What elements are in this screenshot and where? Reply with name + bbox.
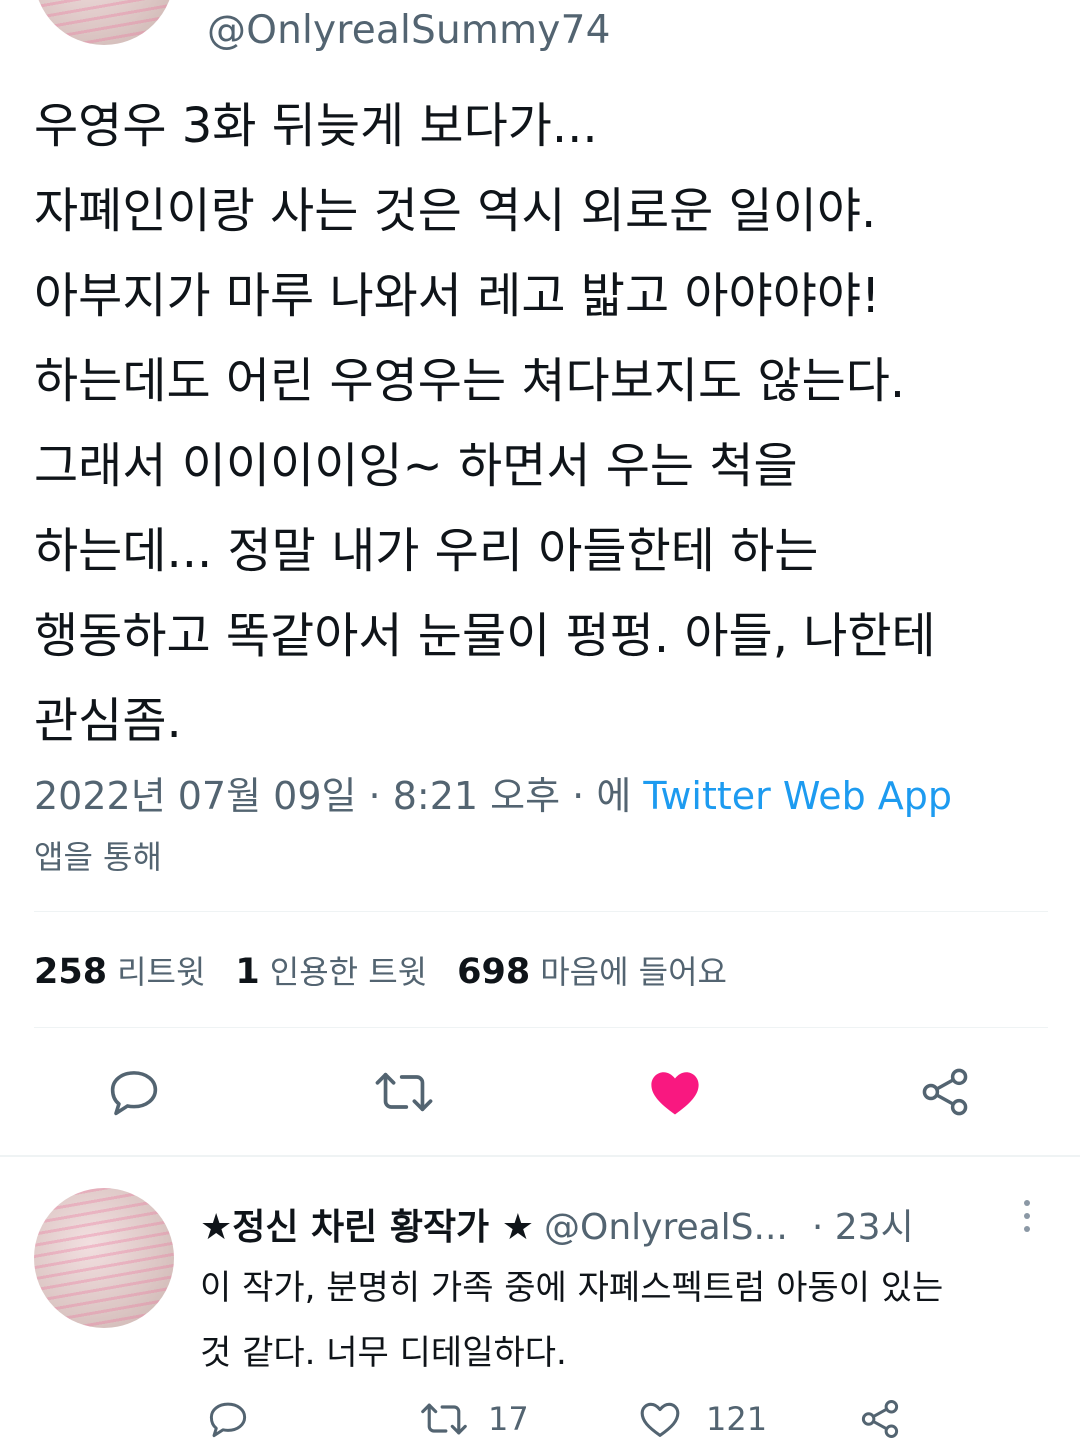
reply-text-line: 것 같다. 너무 디테일하다.	[200, 1333, 567, 1373]
source-app-link[interactable]: Twitter Web App	[643, 774, 952, 818]
reply-retweet-count: 17	[488, 1400, 529, 1438]
via-prefix: 에	[596, 774, 632, 818]
tweet-time[interactable]: 8:21 오후	[393, 774, 560, 818]
tweet-text-line: 아부지가 마루 나와서 레고 밟고 아야야야!	[34, 268, 881, 324]
engagement-stats: 258 리트윗 1 인용한 트윗 698 마음에 들어요	[34, 947, 757, 993]
divider	[34, 1027, 1048, 1028]
tweet-date[interactable]: 2022년 07월 09일	[34, 774, 356, 818]
quotes-stat[interactable]: 1 인용한 트윗	[235, 952, 457, 992]
tweet-metadata: 2022년 07월 09일 · 8:21 오후 · 에 Twitter Web …	[34, 765, 952, 820]
reply-time[interactable]: · 23시	[812, 1207, 914, 1248]
reply-author-avatar[interactable]	[34, 1188, 174, 1328]
tweet-text: 우영우 3화 뒤늦게 보다가... 자폐인이랑 사는 것은 역시 외로운 일이야…	[34, 84, 1054, 764]
reply-share-icon[interactable]	[856, 1396, 904, 1442]
reply-text: 이 작가, 분명히 가족 중에 자폐스펙트럼 아동이 있는 것 같다. 너무 디…	[200, 1256, 1060, 1386]
heart-filled-icon[interactable]	[645, 1062, 705, 1122]
divider	[34, 911, 1048, 912]
more-options-icon[interactable]	[1016, 1196, 1038, 1236]
section-separator	[0, 1155, 1080, 1157]
share-icon[interactable]	[915, 1062, 975, 1122]
via-suffix: 앱을 통해	[34, 838, 162, 876]
tweet-text-line: 하는데... 정말 내가 우리 아들한테 하는	[34, 523, 819, 579]
reply-author-handle[interactable]: @OnlyrealS...	[544, 1207, 788, 1248]
reply-retweet-icon[interactable]	[418, 1396, 470, 1442]
reply-reply-icon[interactable]	[204, 1396, 252, 1442]
retweets-stat[interactable]: 258 리트윗	[34, 952, 235, 992]
reply-author-name[interactable]: ★정신 차린 황작가 ★	[200, 1207, 534, 1248]
tweet-text-line: 우영우 3화 뒤늦게 보다가...	[34, 98, 598, 154]
tweet-text-line: 행동하고 똑같아서 눈물이 펑펑. 아들, 나한테	[34, 608, 936, 664]
tweet-text-line: 그래서 이이이이잉~ 하면서 우는 척을	[34, 438, 798, 494]
reply-header: ★정신 차린 황작가 ★ @OnlyrealS... · 23시	[200, 1198, 914, 1250]
likes-stat[interactable]: 698 마음에 들어요	[457, 952, 757, 992]
tweet-text-line: 자폐인이랑 사는 것은 역시 외로운 일이야.	[34, 183, 877, 239]
author-avatar[interactable]	[34, 0, 174, 45]
meta-separator: ·	[572, 774, 585, 818]
author-handle[interactable]: @OnlyrealSummy74	[207, 8, 611, 53]
meta-separator: ·	[368, 774, 381, 818]
retweet-icon[interactable]	[372, 1062, 436, 1122]
reply-like-count: 121	[706, 1400, 768, 1438]
reply-like-icon[interactable]	[636, 1396, 684, 1442]
reply-text-line: 이 작가, 분명히 가족 중에 자폐스펙트럼 아동이 있는	[200, 1268, 944, 1308]
tweet-text-line: 관심좀.	[34, 693, 182, 749]
tweet-text-line: 하는데도 어린 우영우는 쳐다보지도 않는다.	[34, 353, 906, 409]
reply-icon[interactable]	[104, 1062, 164, 1122]
